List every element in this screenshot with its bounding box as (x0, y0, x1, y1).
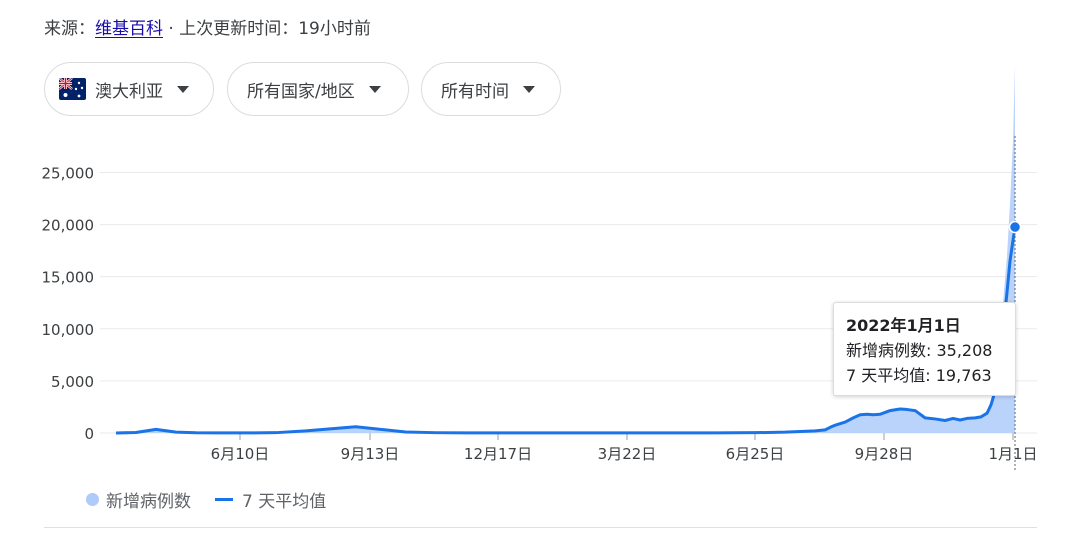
legend-seven-day-average: 7 天平均值 (242, 492, 327, 512)
cases-chart[interactable]: 0 5,000 10,000 15,000 20,000 25,000 6月10日 9月13… (0, 0, 1080, 544)
x-tick-label: 9月28日 (855, 445, 914, 463)
chart-legend: 新增病例数 7 天平均值 (86, 487, 326, 512)
x-tick-label: 3月22日 (598, 445, 657, 463)
chart-tooltip: 2022年1月1日 新增病例数: 35,208 7 天平均值: 19,763 (833, 302, 1016, 396)
tooltip-new-cases: 新增病例数: 35,208 (846, 341, 993, 360)
x-tick-label: 12月17日 (464, 445, 532, 463)
tooltip-date: 2022年1月1日 (846, 316, 961, 335)
average-legend-swatch (215, 498, 233, 501)
y-tick-label: 0 (84, 425, 94, 443)
y-tick-label: 20,000 (42, 217, 95, 235)
bottom-divider (44, 527, 1037, 528)
y-tick-label: 25,000 (42, 164, 95, 182)
y-tick-label: 15,000 (42, 269, 95, 287)
x-tick-label: 6月10日 (211, 445, 270, 463)
x-tick-label: 6月25日 (726, 445, 785, 463)
new-cases-legend-swatch (86, 493, 99, 506)
tooltip-seven-day-average: 7 天平均值: 19,763 (846, 366, 992, 385)
legend-new-cases: 新增病例数 (106, 492, 191, 512)
x-tick-label: 9月13日 (341, 445, 400, 463)
y-tick-label: 10,000 (42, 321, 95, 339)
hover-point (1008, 220, 1022, 234)
y-tick-label: 5,000 (51, 373, 94, 391)
x-tick-label: 1月1日 (988, 445, 1037, 463)
